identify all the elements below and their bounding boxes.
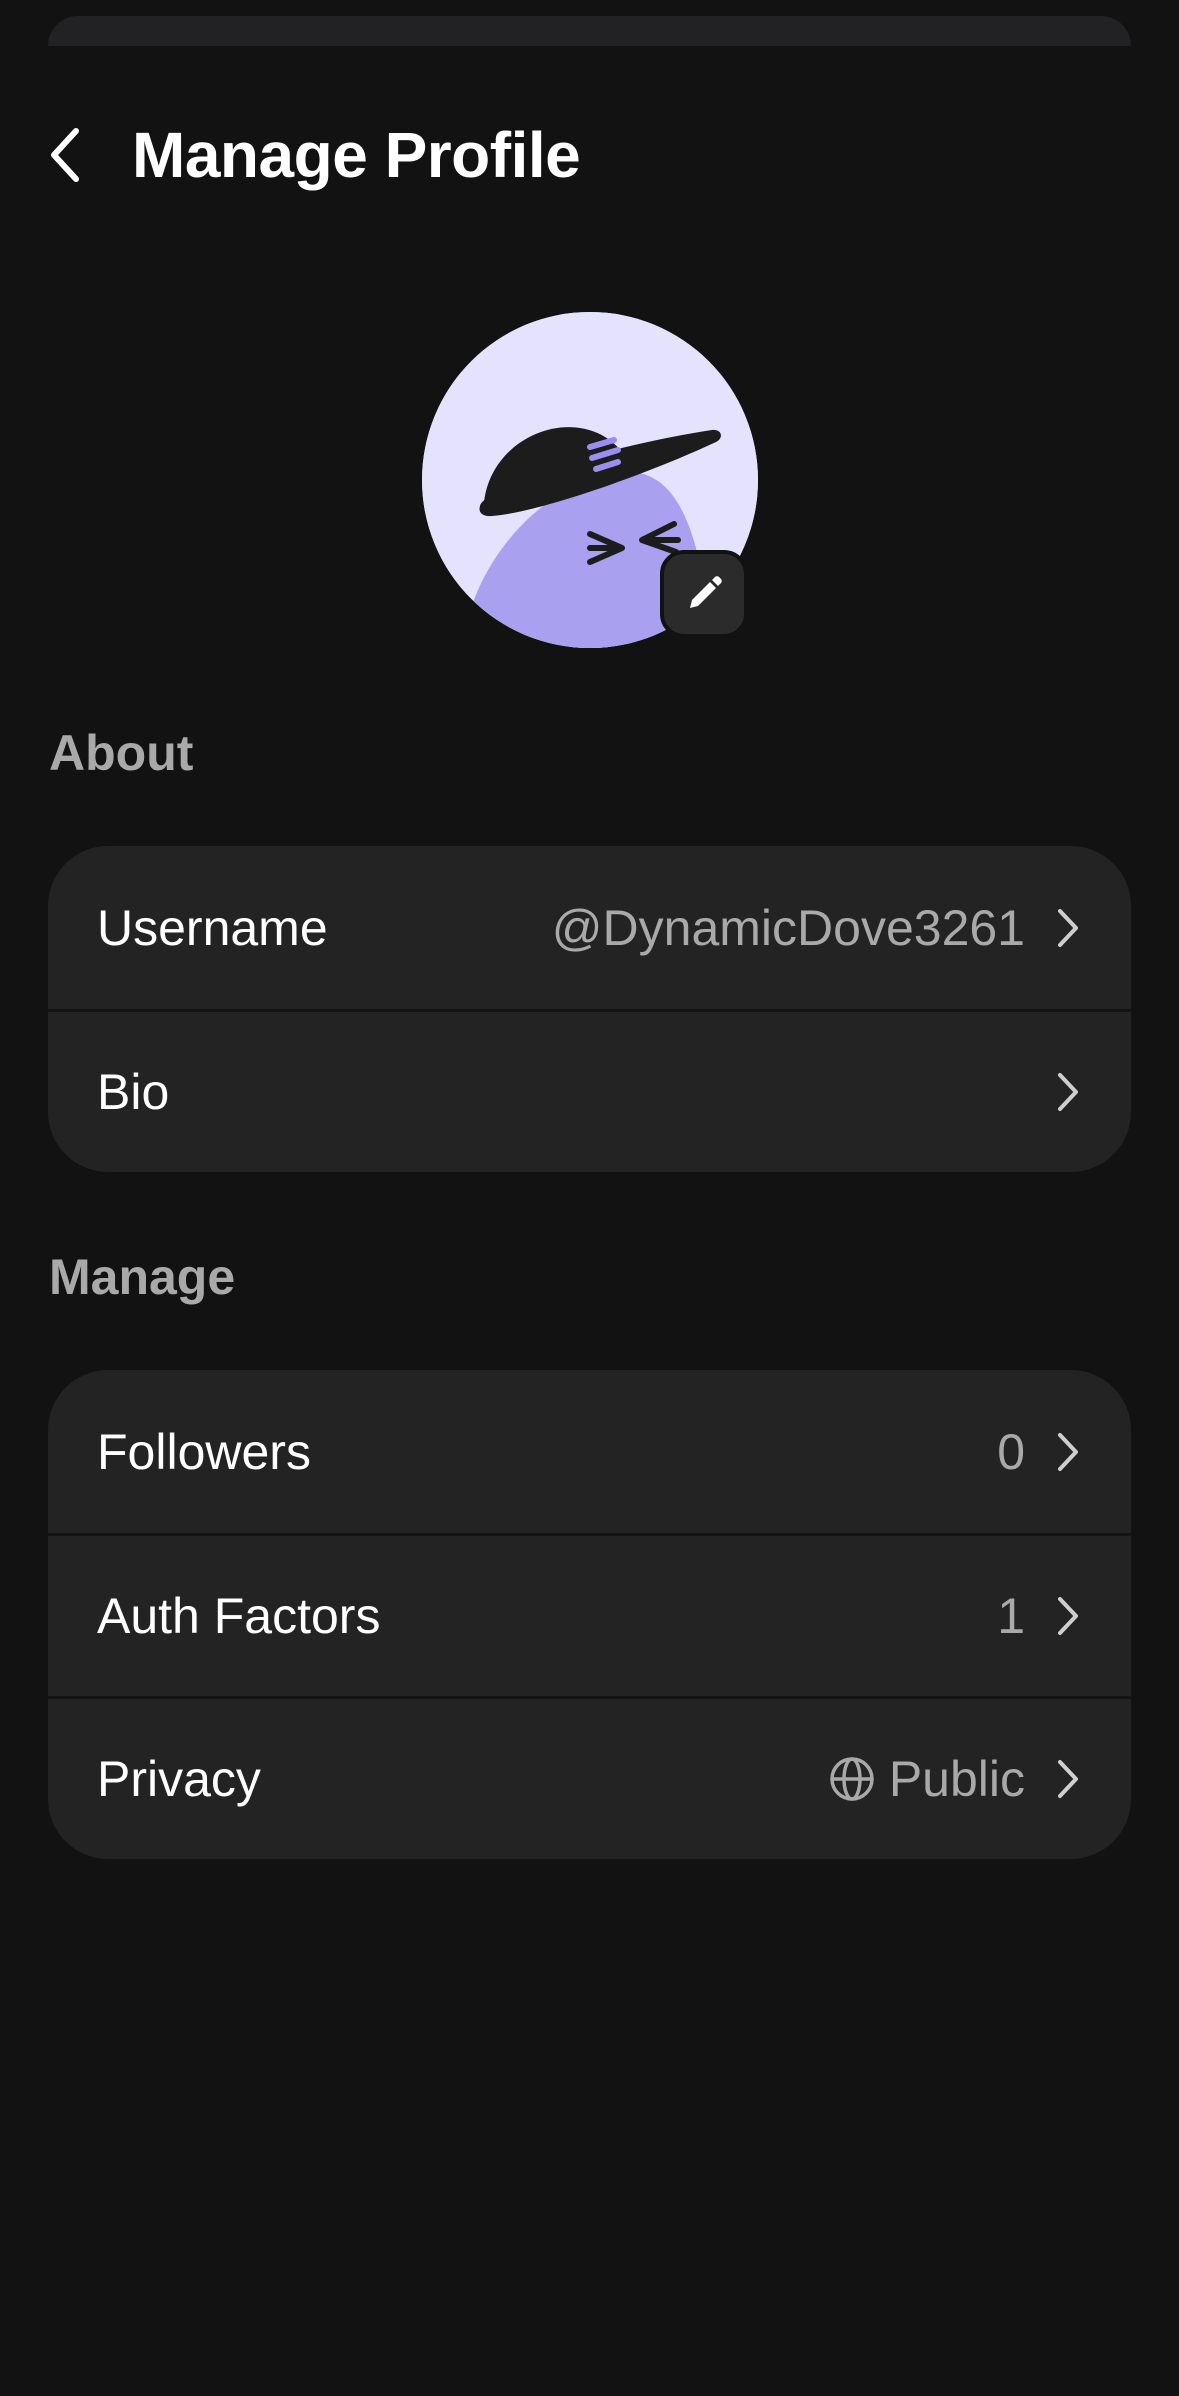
chevron-right-icon <box>1053 907 1083 949</box>
username-row[interactable]: Username @DynamicDove3261 <box>48 846 1131 1009</box>
chevron-right-icon <box>1053 1758 1083 1800</box>
chevron-right-icon <box>1053 1071 1083 1113</box>
about-section-label: About <box>49 725 194 781</box>
edit-avatar-button[interactable] <box>660 550 748 638</box>
bio-row[interactable]: Bio <box>48 1009 1131 1172</box>
followers-value: 0 <box>997 1423 1025 1480</box>
chevron-right-icon <box>1053 1595 1083 1637</box>
chevron-right-icon <box>1053 1431 1083 1473</box>
about-card: Username @DynamicDove3261 Bio <box>48 846 1131 1172</box>
username-value: @DynamicDove3261 <box>551 899 1025 956</box>
privacy-row[interactable]: Privacy Public <box>48 1696 1131 1859</box>
globe-icon <box>830 1757 874 1801</box>
auth-factors-value: 1 <box>997 1588 1025 1644</box>
avatar-container[interactable] <box>422 312 758 648</box>
manage-section-label: Manage <box>49 1249 236 1305</box>
sheet-top-edge <box>48 16 1131 46</box>
auth-factors-row[interactable]: Auth Factors 1 <box>48 1533 1131 1696</box>
privacy-value: Public <box>888 1751 1025 1807</box>
privacy-value-group: Public <box>829 1750 1025 1808</box>
manage-card: Followers 0 Auth Factors 1 Privacy Publi… <box>48 1370 1131 1859</box>
followers-row[interactable]: Followers 0 <box>48 1370 1131 1533</box>
back-button[interactable] <box>48 110 96 200</box>
bio-label: Bio <box>97 1064 170 1120</box>
page-title: Manage Profile <box>132 119 581 191</box>
privacy-label: Privacy <box>97 1751 261 1807</box>
chevron-left-icon <box>51 128 79 182</box>
auth-factors-label: Auth Factors <box>97 1588 381 1644</box>
followers-label: Followers <box>97 1423 311 1480</box>
pencil-icon <box>690 576 722 608</box>
username-label: Username <box>97 899 328 956</box>
header: Manage Profile <box>48 110 581 200</box>
